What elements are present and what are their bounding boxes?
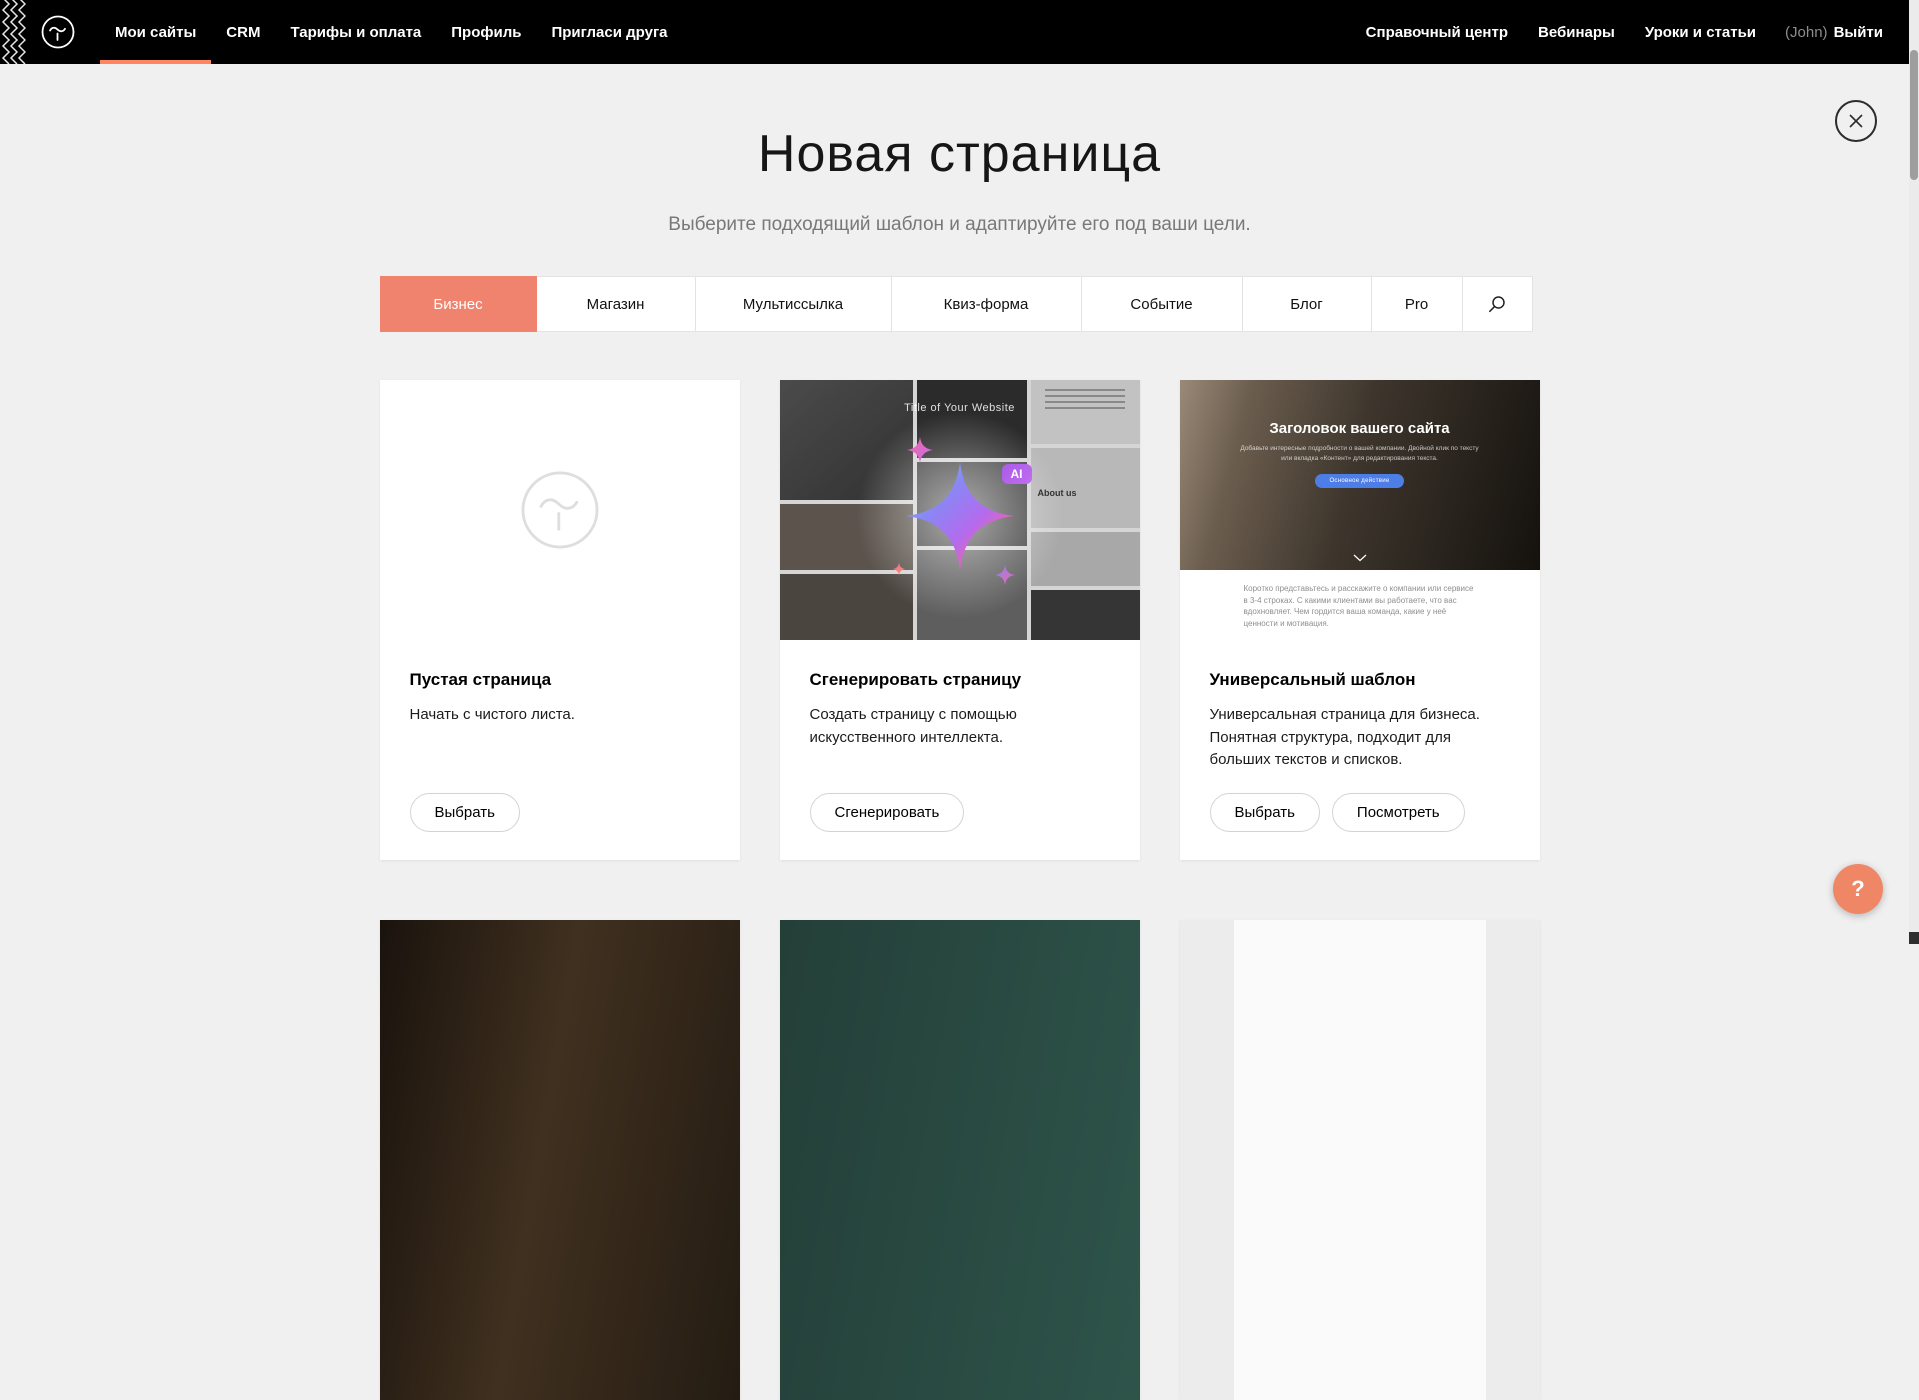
- scrollbar-corner: [1909, 932, 1919, 944]
- ai-sparkle-small-icon: [892, 562, 906, 576]
- ai-sparkle-small-icon: [994, 564, 1016, 586]
- nav-webinars[interactable]: Вебинары: [1523, 0, 1630, 64]
- ai-sparkle-icon: [902, 458, 1018, 574]
- nav-invite-friend[interactable]: Пригласи друга: [536, 0, 682, 64]
- template-card-partial[interactable]: [380, 920, 740, 1400]
- close-button[interactable]: [1835, 100, 1877, 142]
- template-preview: [380, 920, 740, 1400]
- nav-pricing[interactable]: Тарифы и оплата: [275, 0, 436, 64]
- ai-badge: AI: [1002, 464, 1032, 484]
- nav-lessons[interactable]: Уроки и статьи: [1630, 0, 1771, 64]
- nav-my-sites[interactable]: Мои сайты: [100, 0, 211, 64]
- page-subtitle: Выберите подходящий шаблон и адаптируйте…: [0, 214, 1919, 236]
- page-title: Новая страница: [0, 124, 1919, 184]
- choose-template-button[interactable]: Выбрать: [1210, 793, 1320, 832]
- card-description: Создать страницу с помощью искусственног…: [810, 704, 1110, 749]
- universal-template-preview: Заголовок вашего сайта Добавьте интересн…: [1180, 380, 1540, 640]
- chevron-down-icon: [1353, 554, 1367, 562]
- template-preview: [1180, 920, 1540, 1400]
- generate-button[interactable]: Сгенерировать: [810, 793, 965, 832]
- logout-link[interactable]: Выйти: [1834, 24, 1883, 41]
- main-menu: Мои сайты CRM Тарифы и оплата Профиль Пр…: [100, 0, 683, 64]
- preview-text-section: Коротко представьтесь и расскажите о ком…: [1180, 583, 1540, 640]
- preview-hero-button: Основное действие: [1315, 474, 1403, 488]
- preview-body-text: Коротко представьтесь и расскажите о ком…: [1244, 583, 1476, 629]
- template-preview: [780, 920, 1140, 1400]
- template-card-partial[interactable]: [780, 920, 1140, 1400]
- tilda-watermark-icon: [517, 467, 603, 553]
- tab-quiz-form[interactable]: Квиз-форма: [891, 276, 1082, 332]
- ai-sparkle-small-icon: [906, 436, 934, 464]
- preview-site-title: Title of Your Website: [780, 402, 1140, 414]
- preview-hero-section: Заголовок вашего сайта Добавьте интересн…: [1180, 380, 1540, 570]
- question-icon: ?: [1851, 876, 1864, 902]
- template-card-partial[interactable]: [1180, 920, 1540, 1400]
- search-tab[interactable]: [1462, 276, 1533, 332]
- page-content: Новая страница Выберите подходящий шабло…: [0, 64, 1919, 1400]
- tab-multilink[interactable]: Мультиссылка: [695, 276, 892, 332]
- user-name: (John): [1785, 24, 1828, 41]
- user-logout[interactable]: (John) Выйти: [1771, 24, 1883, 41]
- search-icon: [1487, 294, 1507, 314]
- top-navbar: Мои сайты CRM Тарифы и оплата Профиль Пр…: [0, 0, 1919, 64]
- tilda-logo[interactable]: [40, 14, 76, 50]
- card-blank-page[interactable]: Пустая страница Начать с чистого листа. …: [380, 380, 740, 860]
- zigzag-pattern-icon: [0, 0, 26, 64]
- preview-hero-subtitle: Добавьте интересные подробности о вашей …: [1240, 444, 1480, 464]
- tab-store[interactable]: Магазин: [536, 276, 696, 332]
- card-universal-template[interactable]: Заголовок вашего сайта Добавьте интересн…: [1180, 380, 1540, 860]
- ai-template-preview: Title of Your Website About us: [780, 380, 1140, 640]
- scrollbar-thumb[interactable]: [1910, 50, 1918, 180]
- view-template-button[interactable]: Посмотреть: [1332, 793, 1465, 832]
- tab-blog[interactable]: Блог: [1242, 276, 1372, 332]
- preview-hero-title: Заголовок вашего сайта: [1269, 420, 1449, 437]
- scrollbar[interactable]: [1909, 0, 1919, 944]
- tab-event[interactable]: Событие: [1081, 276, 1243, 332]
- tab-business[interactable]: Бизнес: [380, 276, 537, 332]
- blank-page-preview: [380, 380, 740, 640]
- nav-profile[interactable]: Профиль: [436, 0, 536, 64]
- template-cards-grid: Пустая страница Начать с чистого листа. …: [380, 380, 1540, 1400]
- preview-about-label: About us: [1038, 488, 1077, 498]
- card-title: Сгенерировать страницу: [810, 670, 1110, 690]
- help-button[interactable]: ?: [1833, 864, 1883, 914]
- nav-help-center[interactable]: Справочный центр: [1351, 0, 1523, 64]
- card-description: Универсальная страница для бизнеса. Поня…: [1210, 704, 1510, 772]
- card-description: Начать с чистого листа.: [410, 704, 710, 727]
- template-category-tabs: Бизнес Магазин Мультиссылка Квиз-форма С…: [380, 276, 1540, 332]
- choose-blank-button[interactable]: Выбрать: [410, 793, 520, 832]
- close-icon: [1848, 113, 1864, 129]
- card-title: Пустая страница: [410, 670, 710, 690]
- tab-pro[interactable]: Pro: [1371, 276, 1463, 332]
- card-title: Универсальный шаблон: [1210, 670, 1510, 690]
- nav-crm[interactable]: CRM: [211, 0, 275, 64]
- tilda-logo-icon: [40, 14, 76, 50]
- secondary-menu: Справочный центр Вебинары Уроки и статьи…: [1351, 0, 1883, 64]
- card-ai-generate[interactable]: Title of Your Website About us: [780, 380, 1140, 860]
